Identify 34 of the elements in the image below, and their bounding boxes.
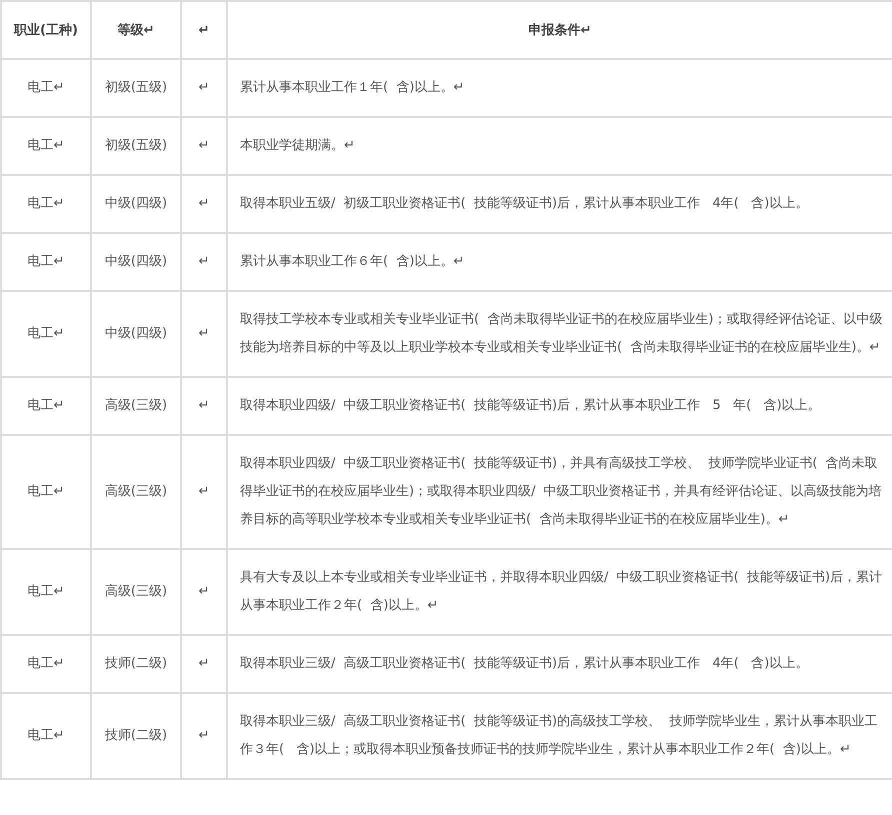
occupation-cell: 电工↵ bbox=[1, 233, 91, 291]
marker-cell: ↵ bbox=[181, 233, 227, 291]
occupation-cell: 电工↵ bbox=[1, 693, 91, 779]
occupation-header: 职业(工种) bbox=[1, 1, 91, 59]
occupation-cell: 电工↵ bbox=[1, 435, 91, 549]
marker-cell: ↵ bbox=[181, 175, 227, 233]
grade-cell: 高级(三级) bbox=[91, 377, 181, 435]
grade-header: 等级↵ bbox=[91, 1, 181, 59]
occupation-cell: 电工↵ bbox=[1, 291, 91, 377]
marker-cell: ↵ bbox=[181, 117, 227, 175]
grade-cell: 中级(四级) bbox=[91, 233, 181, 291]
marker-cell: ↵ bbox=[181, 635, 227, 693]
grade-cell: 中级(四级) bbox=[91, 175, 181, 233]
marker-cell: ↵ bbox=[181, 549, 227, 635]
occupation-cell: 电工↵ bbox=[1, 377, 91, 435]
marker-cell: ↵ bbox=[181, 291, 227, 377]
conditions-header: 申报条件↵ bbox=[227, 1, 892, 59]
grade-cell: 高级(三级) bbox=[91, 549, 181, 635]
occupation-cell: 电工↵ bbox=[1, 117, 91, 175]
marker-cell: ↵ bbox=[181, 59, 227, 117]
grade-cell: 高级(三级) bbox=[91, 435, 181, 549]
occupation-cell: 电工↵ bbox=[1, 549, 91, 635]
marker-cell: ↵ bbox=[181, 693, 227, 779]
grade-cell: 初级(五级) bbox=[91, 59, 181, 117]
occupation-cell: 电工↵ bbox=[1, 175, 91, 233]
grade-cell: 中级(四级) bbox=[91, 291, 181, 377]
occupation-cell: 电工↵ bbox=[1, 635, 91, 693]
marker-header: ↵ bbox=[181, 1, 227, 59]
marker-cell: ↵ bbox=[181, 377, 227, 435]
occupation-cell: 电工↵ bbox=[1, 59, 91, 117]
grade-cell: 初级(五级) bbox=[91, 117, 181, 175]
marker-cell: ↵ bbox=[181, 435, 227, 549]
grade-cell: 技师(二级) bbox=[91, 693, 181, 779]
grade-cell: 技师(二级) bbox=[91, 635, 181, 693]
